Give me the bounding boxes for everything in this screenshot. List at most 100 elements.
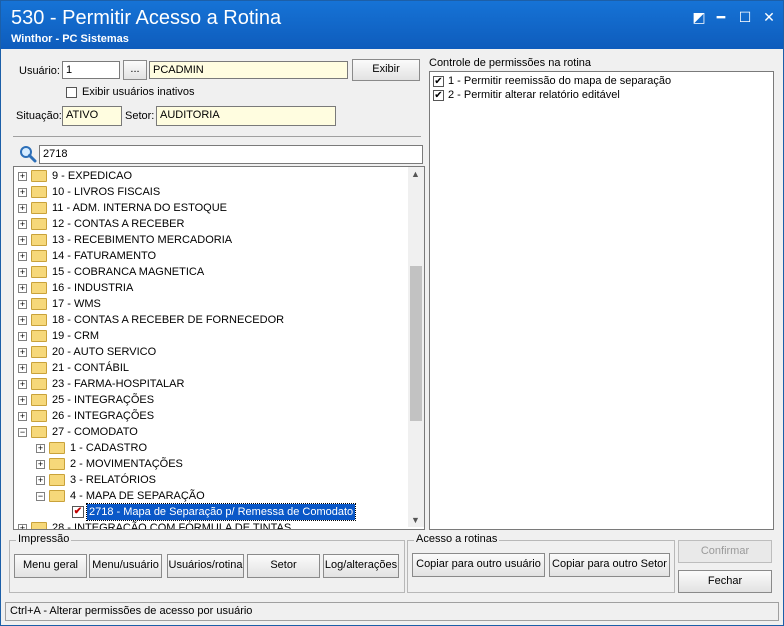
tree-item[interactable]: +28 - INTEGRAÇÃO COM FÓRMULA DE TINTAS (14, 520, 406, 529)
menu-usuario-button[interactable]: Menu/usuário (89, 554, 162, 578)
expand-icon[interactable]: + (18, 236, 27, 245)
folder-icon (49, 442, 65, 454)
tree-item[interactable]: +11 - ADM. INTERNA DO ESTOQUE (14, 200, 406, 216)
search-icon (19, 145, 37, 163)
tree-item[interactable]: − 4 - MAPA DE SEPARAÇÃO (14, 488, 406, 504)
tree-item[interactable]: +12 - CONTAS A RECEBER (14, 216, 406, 232)
tree-item-label: 13 - RECEBIMENTO MERCADORIA (52, 234, 233, 246)
expand-icon[interactable]: + (18, 380, 27, 389)
confirmar-button[interactable]: Confirmar (678, 540, 772, 563)
tree-item-label: 16 - INDUSTRIA (52, 282, 134, 294)
title-bar[interactable]: 530 - Permitir Acesso a Rotina Winthor -… (1, 1, 783, 49)
tree-item[interactable]: +25 - INTEGRAÇÕES (14, 392, 406, 408)
tree-item-label: 21 - CONTÁBIL (52, 362, 130, 374)
tree-item[interactable]: +20 - AUTO SERVICO (14, 344, 406, 360)
tree-item[interactable]: +18 - CONTAS A RECEBER DE FORNECEDOR (14, 312, 406, 328)
expand-icon[interactable]: + (18, 188, 27, 197)
permissions-list: ✔ 1 - Permitir reemissão do mapa de sepa… (429, 71, 774, 530)
expand-icon[interactable]: + (18, 524, 27, 529)
expand-icon[interactable]: + (18, 220, 27, 229)
folder-icon (31, 186, 47, 198)
inativos-checkbox[interactable] (66, 87, 77, 98)
window-title: 530 - Permitir Acesso a Rotina (11, 7, 282, 29)
copiar-setor-button[interactable]: Copiar para outro Setor (549, 553, 670, 577)
expand-icon[interactable]: + (18, 284, 27, 293)
folder-icon (31, 378, 47, 390)
situacao-label: Situação: (16, 110, 62, 122)
situacao-field: ATIVO (62, 106, 122, 126)
tree-item-label: 23 - FARMA-HOSPITALAR (52, 378, 185, 390)
folder-icon (31, 282, 47, 294)
tree-item[interactable]: +13 - RECEBIMENTO MERCADORIA (14, 232, 406, 248)
tree-item[interactable]: +3 - RELATÓRIOS (14, 472, 406, 488)
tree-item[interactable]: +16 - INDUSTRIA (14, 280, 406, 296)
expand-icon[interactable]: + (36, 444, 45, 453)
tree-item[interactable]: +26 - INTEGRAÇÕES (14, 408, 406, 424)
minimize-icon[interactable]: ━ (713, 9, 729, 25)
scroll-thumb[interactable] (410, 265, 422, 421)
expand-icon[interactable]: + (18, 348, 27, 357)
tree-item[interactable]: +1 - CADASTRO (14, 440, 406, 456)
expand-icon[interactable]: + (36, 476, 45, 485)
permission-label-1: 1 - Permitir reemissão do mapa de separa… (448, 75, 672, 87)
menu-geral-button[interactable]: Menu geral (14, 554, 87, 578)
expand-icon[interactable]: + (36, 460, 45, 469)
tree-item-label: 2 - MOVIMENTAÇÕES (70, 458, 183, 470)
expand-icon[interactable]: + (18, 252, 27, 261)
permission-checkbox-1[interactable]: ✔ (433, 76, 444, 87)
inativos-label: Exibir usuários inativos (82, 86, 195, 98)
folder-icon (31, 410, 47, 422)
tree-item[interactable]: +10 - LIVROS FISCAIS (14, 184, 406, 200)
routine-checkbox[interactable]: ✔ (72, 506, 84, 518)
search-input[interactable]: 2718 (39, 145, 423, 164)
tree-item[interactable]: +21 - CONTÁBIL (14, 360, 406, 376)
scroll-down-icon[interactable]: ▼ (411, 515, 420, 525)
usuario-label: Usuário: (19, 65, 60, 77)
tree-item-label: 15 - COBRANCA MAGNETICA (52, 266, 205, 278)
tree-item[interactable]: +9 - EXPEDICAO (14, 168, 406, 184)
tree-item[interactable]: ✔ 2718 - Mapa de Separação p/ Remessa de … (14, 503, 406, 521)
tree-item-label: 4 - MAPA DE SEPARAÇÃO (70, 490, 205, 502)
usuarios-rotina-button[interactable]: Usuários/rotina (167, 554, 244, 578)
scroll-up-icon[interactable]: ▲ (411, 169, 420, 179)
log-alteracoes-button[interactable]: Log/alterações (323, 554, 399, 578)
maximize-icon[interactable]: ☐ (737, 9, 753, 25)
folder-icon (31, 218, 47, 230)
tree-item[interactable]: +2 - MOVIMENTAÇÕES (14, 456, 406, 472)
expand-icon[interactable]: + (18, 268, 27, 277)
tree-item-label: 26 - INTEGRAÇÕES (52, 410, 155, 422)
routine-tree[interactable]: +9 - EXPEDICAO +10 - LIVROS FISCAIS +11 - … (13, 166, 425, 530)
collapse-icon[interactable]: − (18, 428, 27, 437)
browse-user-button[interactable]: ... (123, 60, 147, 80)
permission-checkbox-2[interactable]: ✔ (433, 90, 444, 101)
tree-item[interactable]: +15 - COBRANCA MAGNETICA (14, 264, 406, 280)
expand-icon[interactable]: + (18, 396, 27, 405)
usuario-code-input[interactable]: 1 (62, 61, 120, 79)
expand-icon[interactable]: + (18, 412, 27, 421)
tree-item[interactable]: +17 - WMS (14, 296, 406, 312)
restore-icon[interactable]: ◩ (691, 9, 707, 25)
expand-icon[interactable]: + (18, 172, 27, 181)
expand-icon[interactable]: + (18, 316, 27, 325)
close-icon[interactable]: ✕ (761, 9, 777, 25)
expand-icon[interactable]: + (18, 364, 27, 373)
setor-button[interactable]: Setor (247, 554, 320, 578)
fechar-button[interactable]: Fechar (678, 570, 772, 593)
tree-item[interactable]: +19 - CRM (14, 328, 406, 344)
tree-item[interactable]: +14 - FATURAMENTO (14, 248, 406, 264)
copiar-usuario-button[interactable]: Copiar para outro usuário (412, 553, 545, 577)
window-subtitle: Winthor - PC Sistemas (11, 33, 129, 45)
tree-scrollbar[interactable]: ▲ ▼ (408, 167, 424, 527)
tree-item[interactable]: − 27 - COMODATO (14, 424, 406, 440)
folder-icon (31, 266, 47, 278)
tree-item-label: 27 - COMODATO (52, 426, 138, 438)
folder-icon (49, 474, 65, 486)
folder-icon (31, 202, 47, 214)
collapse-icon[interactable]: − (36, 492, 45, 501)
expand-icon[interactable]: + (18, 332, 27, 341)
tree-item[interactable]: +23 - FARMA-HOSPITALAR (14, 376, 406, 392)
exibir-button[interactable]: Exibir (352, 59, 420, 81)
permissions-title: Controle de permissões na rotina (429, 57, 592, 69)
expand-icon[interactable]: + (18, 300, 27, 309)
expand-icon[interactable]: + (18, 204, 27, 213)
